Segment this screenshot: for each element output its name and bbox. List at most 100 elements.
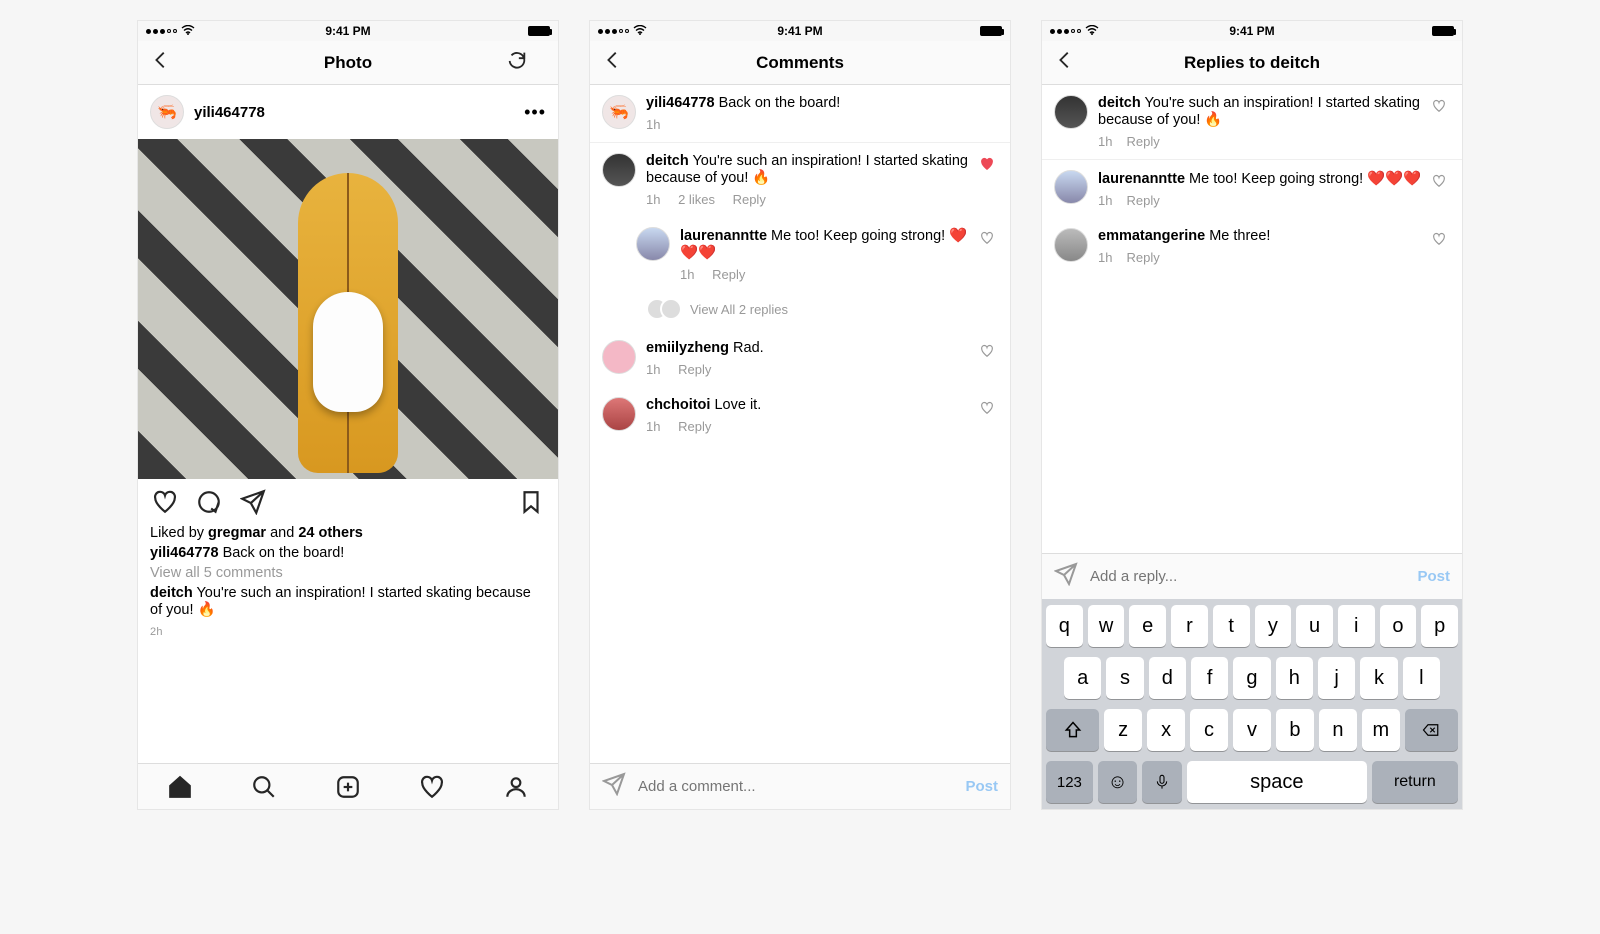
preview-comment-user[interactable]: deitch (150, 585, 193, 601)
key-k[interactable]: k (1360, 657, 1397, 699)
key-c[interactable]: c (1190, 709, 1228, 751)
like-comment-button[interactable] (980, 231, 998, 250)
comment-user[interactable]: laurenanntte (680, 228, 767, 244)
comment-user[interactable]: laurenanntte (1098, 171, 1185, 187)
add-post-tab[interactable] (306, 774, 390, 800)
back-button[interactable] (602, 49, 642, 76)
comment-time: 1h (680, 267, 694, 282)
commenter-avatar[interactable] (1054, 228, 1088, 262)
key-r[interactable]: r (1171, 605, 1208, 647)
activity-tab[interactable] (390, 774, 474, 800)
comment-input[interactable] (638, 778, 965, 795)
key-t[interactable]: t (1213, 605, 1250, 647)
like-comment-button[interactable] (980, 344, 998, 363)
commenter-avatar[interactable] (1054, 170, 1088, 204)
comment-user[interactable]: deitch (646, 153, 689, 169)
reply-button[interactable]: Reply (712, 267, 745, 282)
comment-user[interactable]: deitch (1098, 95, 1141, 111)
dictation-key[interactable] (1142, 761, 1182, 803)
numeric-key[interactable]: 123 (1046, 761, 1093, 803)
key-b[interactable]: b (1276, 709, 1314, 751)
key-e[interactable]: e (1129, 605, 1166, 647)
key-w[interactable]: w (1088, 605, 1125, 647)
post-button[interactable]: Post (1417, 568, 1450, 585)
comment-user[interactable]: chchoitoi (646, 397, 710, 413)
battery-icon (980, 26, 1002, 36)
key-i[interactable]: i (1338, 605, 1375, 647)
comment-row: emiilyzheng Rad. 1h Reply (590, 330, 1010, 387)
share-icon[interactable] (602, 772, 626, 801)
key-q[interactable]: q (1046, 605, 1083, 647)
like-comment-button[interactable] (980, 157, 998, 176)
reply-input[interactable] (1090, 568, 1417, 585)
key-j[interactable]: j (1318, 657, 1355, 699)
comment-user[interactable]: emiilyzheng (646, 340, 729, 356)
likes-user[interactable]: gregmar (208, 525, 266, 541)
shift-key[interactable] (1046, 709, 1099, 751)
reply-button[interactable]: Reply (678, 419, 711, 434)
reply-button[interactable]: Reply (1126, 193, 1159, 208)
key-s[interactable]: s (1106, 657, 1143, 699)
return-key[interactable]: return (1372, 761, 1458, 803)
share-icon[interactable] (1054, 562, 1078, 591)
comment-button[interactable] (194, 487, 224, 517)
back-button[interactable] (1054, 49, 1094, 76)
post-button[interactable]: Post (965, 778, 998, 795)
like-comment-button[interactable] (980, 401, 998, 420)
comment-user[interactable]: emmatangerine (1098, 228, 1205, 244)
back-button[interactable] (150, 49, 190, 76)
like-button[interactable] (150, 487, 180, 517)
comment-input-bar: Post (590, 763, 1010, 809)
likes-others[interactable]: 24 others (298, 525, 362, 541)
status-bar: 9:41 PM (1042, 21, 1462, 41)
share-button[interactable] (238, 487, 268, 517)
commenter-avatar[interactable] (602, 153, 636, 187)
key-p[interactable]: p (1421, 605, 1458, 647)
key-h[interactable]: h (1276, 657, 1313, 699)
reply-button[interactable]: Reply (1126, 250, 1159, 265)
like-comment-button[interactable] (1432, 232, 1450, 251)
key-m[interactable]: m (1362, 709, 1400, 751)
comment-likes[interactable]: 2 likes (678, 192, 715, 207)
caption-user[interactable]: yili464778 (150, 545, 219, 561)
comment-text: You're such an inspiration! I started sk… (646, 153, 968, 186)
like-comment-button[interactable] (1432, 174, 1450, 193)
commenter-avatar[interactable] (636, 227, 670, 261)
reply-button[interactable]: Reply (733, 192, 766, 207)
profile-tab[interactable] (474, 774, 558, 800)
view-all-comments[interactable]: View all 5 comments (138, 565, 558, 585)
backspace-key[interactable] (1405, 709, 1458, 751)
author-avatar[interactable]: 🦐 (602, 95, 636, 129)
post-image[interactable] (138, 139, 558, 479)
key-n[interactable]: n (1319, 709, 1357, 751)
key-v[interactable]: v (1233, 709, 1271, 751)
refresh-button[interactable] (506, 49, 546, 76)
view-all-replies[interactable]: View All 2 replies (646, 292, 1010, 330)
home-tab[interactable] (138, 774, 222, 800)
search-tab[interactable] (222, 774, 306, 800)
commenter-avatar[interactable] (602, 397, 636, 431)
key-d[interactable]: d (1149, 657, 1186, 699)
space-key[interactable]: space (1187, 761, 1367, 803)
reply-button[interactable]: Reply (1126, 134, 1159, 149)
key-u[interactable]: u (1296, 605, 1333, 647)
bookmark-button[interactable] (516, 487, 546, 517)
author-avatar[interactable]: 🦐 (150, 95, 184, 129)
like-comment-button[interactable] (1432, 99, 1450, 118)
reply-button[interactable]: Reply (678, 362, 711, 377)
key-a[interactable]: a (1064, 657, 1101, 699)
key-x[interactable]: x (1147, 709, 1185, 751)
commenter-avatar[interactable] (1054, 95, 1088, 129)
key-l[interactable]: l (1403, 657, 1440, 699)
key-g[interactable]: g (1233, 657, 1270, 699)
author-username[interactable]: yili464778 (194, 104, 265, 121)
comment-user[interactable]: yili464778 (646, 95, 715, 111)
more-options-button[interactable]: ••• (524, 102, 546, 123)
key-y[interactable]: y (1255, 605, 1292, 647)
likes-line[interactable]: Liked by gregmar and 24 others (138, 525, 558, 545)
key-o[interactable]: o (1380, 605, 1417, 647)
emoji-key[interactable]: ☺ (1098, 761, 1138, 803)
key-z[interactable]: z (1104, 709, 1142, 751)
key-f[interactable]: f (1191, 657, 1228, 699)
commenter-avatar[interactable] (602, 340, 636, 374)
